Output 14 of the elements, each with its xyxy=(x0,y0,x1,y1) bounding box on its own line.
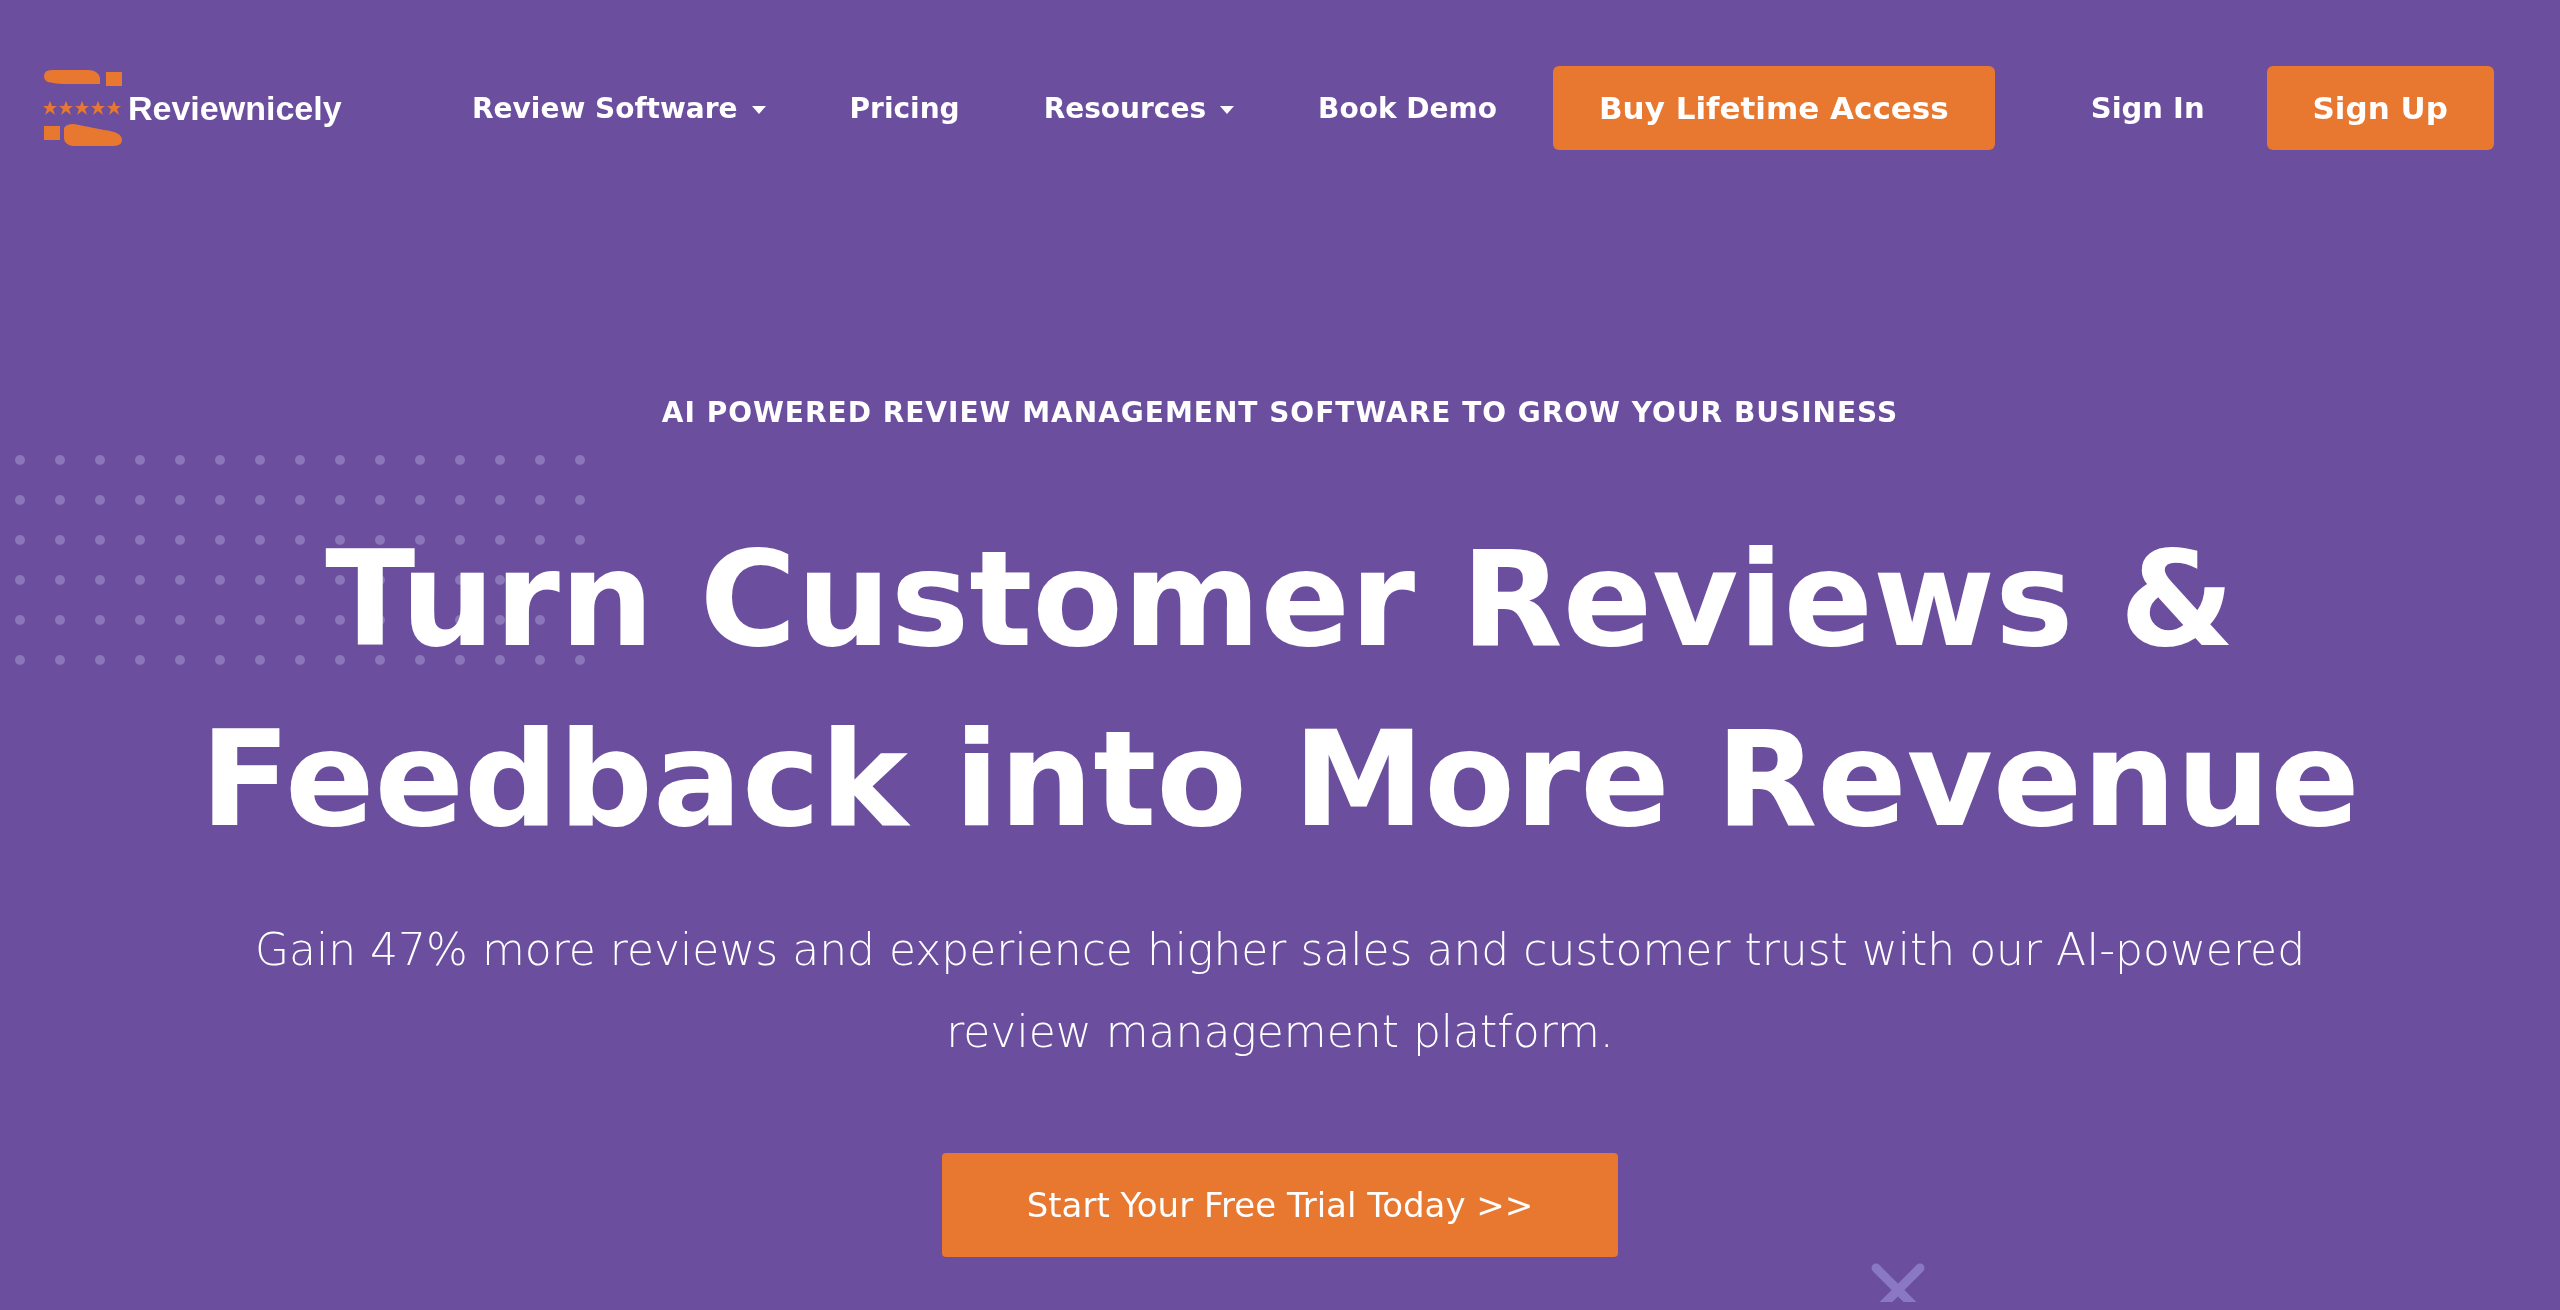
sign-in-link[interactable]: Sign In xyxy=(2084,90,2211,126)
hero-kicker: AI POWERED REVIEW MANAGEMENT SOFTWARE TO GROW YOUR BUSINESS xyxy=(661,396,1899,429)
hero-headline: Feedback into More Revenue xyxy=(200,701,2360,858)
caret-icon xyxy=(1220,106,1235,114)
cross-shape xyxy=(1870,1262,1926,1302)
hero-subtitle: Gain 47% more reviews and experience higher sales and customer trust with our AI-powered review management platform. xyxy=(253,923,2307,1059)
nav-link[interactable]: Pricing xyxy=(849,91,960,125)
logo-text: Reviewnicely xyxy=(128,88,342,128)
caret-icon xyxy=(751,106,766,114)
logo-icon xyxy=(42,68,124,148)
nav-link[interactable]: Resources xyxy=(1043,91,1235,125)
hero-headline: Turn Customer Reviews & xyxy=(325,521,2235,678)
nav-link[interactable]: Review Software xyxy=(472,91,766,125)
nav-link[interactable]: Book Demo xyxy=(1318,91,1497,125)
